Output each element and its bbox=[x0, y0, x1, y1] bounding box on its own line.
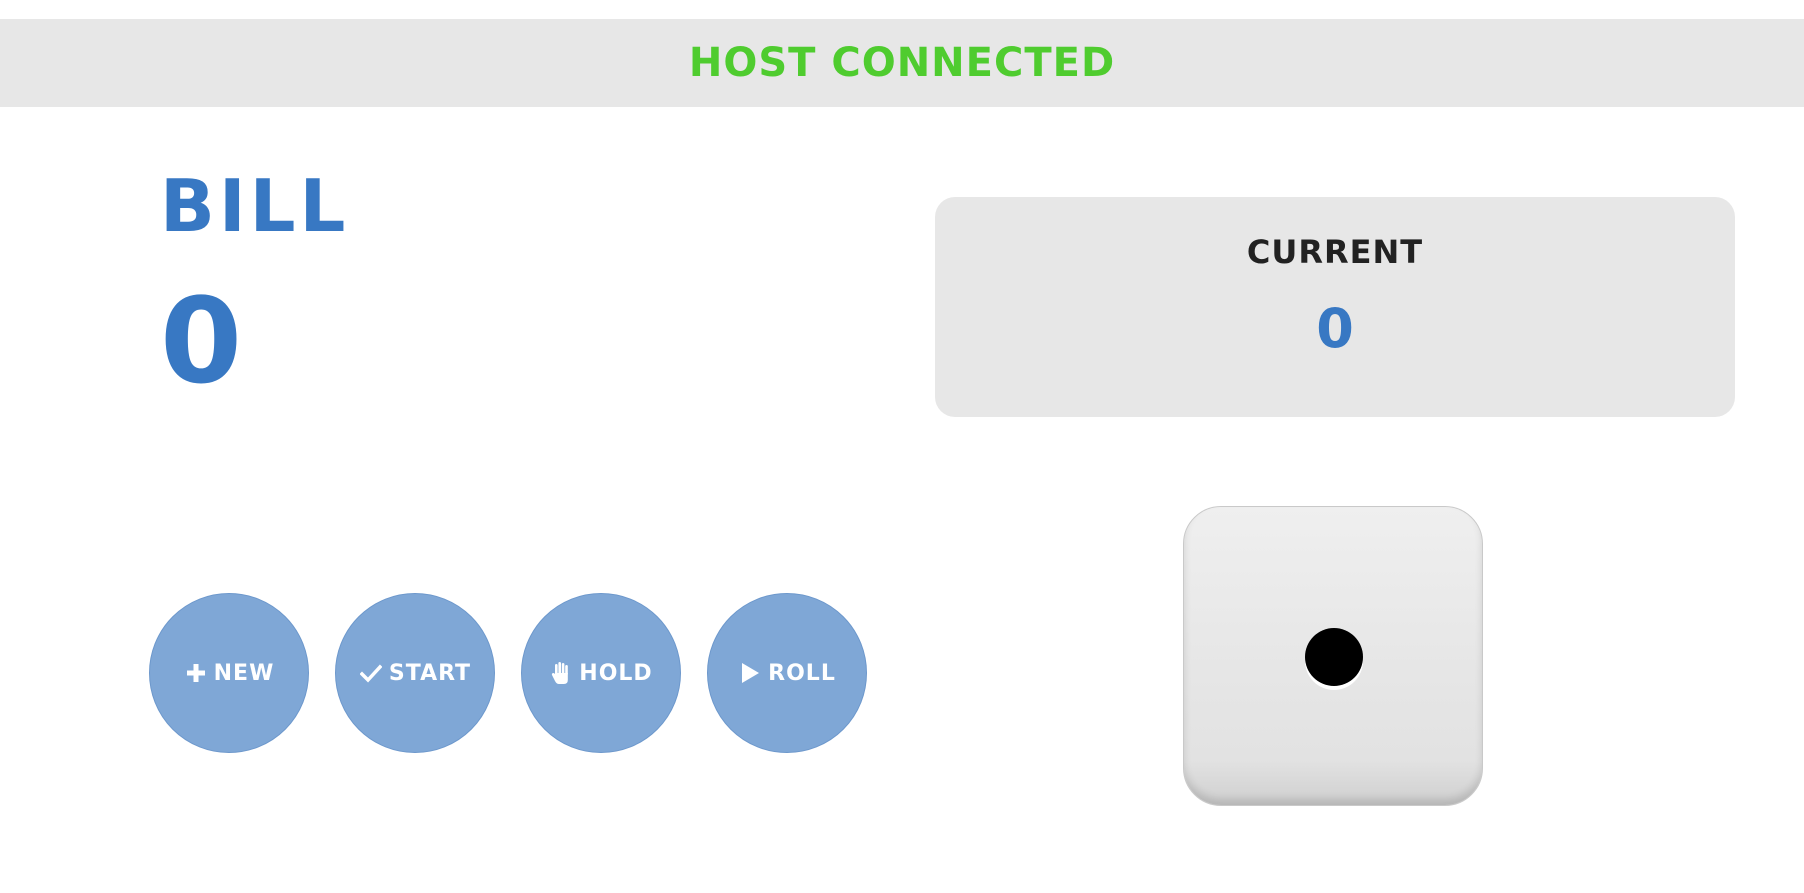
player-score: 0 bbox=[160, 272, 243, 410]
hold-button[interactable]: HOLD bbox=[521, 593, 681, 753]
new-button[interactable]: NEW bbox=[149, 593, 309, 753]
hand-icon bbox=[549, 661, 573, 685]
start-button-label: START bbox=[388, 660, 472, 686]
game-controls: NEW START HOLD ROLL bbox=[149, 593, 867, 753]
hold-button-label: HOLD bbox=[579, 660, 653, 686]
play-icon bbox=[738, 661, 762, 685]
roll-button[interactable]: ROLL bbox=[707, 593, 867, 753]
plus-icon bbox=[184, 661, 208, 685]
current-score-value: 0 bbox=[1316, 297, 1354, 360]
start-button[interactable]: START bbox=[335, 593, 495, 753]
connection-status-bar: HOST CONNECTED bbox=[0, 19, 1804, 107]
new-button-label: NEW bbox=[213, 660, 275, 686]
connection-status-text: HOST CONNECTED bbox=[688, 40, 1116, 86]
check-icon bbox=[359, 661, 383, 685]
die-pip bbox=[1305, 628, 1363, 686]
die bbox=[1183, 506, 1483, 806]
current-score-panel: CURRENT 0 bbox=[935, 197, 1735, 417]
roll-button-label: ROLL bbox=[768, 660, 836, 686]
player-name: BILL bbox=[160, 164, 350, 248]
current-score-label: CURRENT bbox=[1246, 233, 1424, 271]
